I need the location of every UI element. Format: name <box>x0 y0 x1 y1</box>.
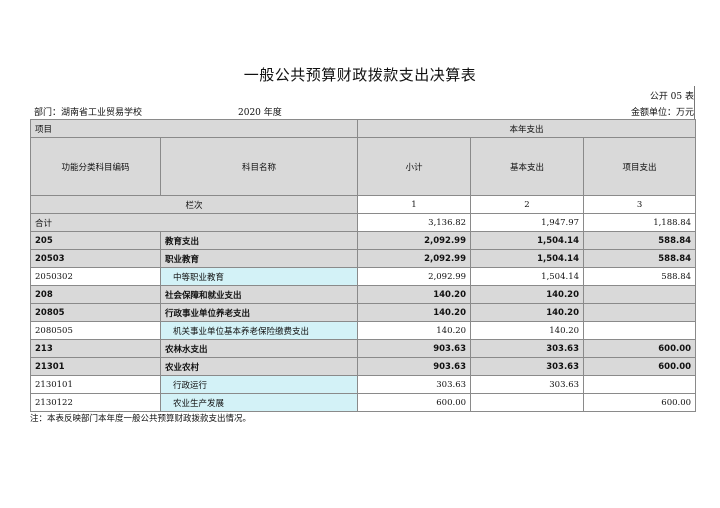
row-name: 行政事业单位养老支出 <box>159 303 359 322</box>
row-subtotal: 140.20 <box>357 303 472 322</box>
row-subtotal: 600.00 <box>357 393 472 412</box>
table-row: 20805 行政事业单位养老支出 140.20 140.20 <box>30 303 697 322</box>
table-row: 213 农林水支出 903.63 303.63 600.00 <box>30 339 697 358</box>
row-basic: 303.63 <box>470 357 585 376</box>
header-name: 科目名称 <box>159 137 359 196</box>
form-number: 公开 05 表 <box>649 92 694 102</box>
header-item: 项目 <box>29 119 359 138</box>
row-subtotal: 903.63 <box>357 339 472 358</box>
department-label: 部门：湖南省工业贸易学校 <box>34 108 143 118</box>
column-number-row: 栏次 1 2 3 <box>29 195 697 214</box>
row-basic: 1,504.14 <box>470 249 585 268</box>
page-title: 一般公共预算财政拨款支出决算表 <box>243 66 477 84</box>
row-code: 205 <box>30 231 161 250</box>
row-project: 600.00 <box>583 393 697 412</box>
row-code: 20805 <box>30 303 161 322</box>
row-project <box>583 285 697 304</box>
margin-rule <box>694 86 695 119</box>
row-subtotal: 140.20 <box>357 321 472 340</box>
row-basic: 1,504.14 <box>470 231 585 250</box>
meta-line: 部门：湖南省工业贸易学校 2020 年度 金额单位：万元 <box>30 105 694 119</box>
row-project: 600.00 <box>583 339 697 358</box>
table-row: 205 教育支出 2,092.99 1,504.14 588.84 <box>30 231 697 250</box>
row-project: 588.84 <box>583 249 697 268</box>
row-name: 农业生产发展 <box>159 393 359 412</box>
row-basic: 140.20 <box>470 321 585 340</box>
row-subtotal: 2,092.99 <box>357 267 472 286</box>
table-row: 2130101 行政运行 303.63 303.63 <box>30 375 697 394</box>
row-subtotal: 2,092.99 <box>357 231 472 250</box>
row-subtotal: 303.63 <box>357 375 472 394</box>
row-name: 职业教育 <box>159 249 359 268</box>
table-row: 2130122 农业生产发展 600.00 600.00 <box>30 393 697 412</box>
column-number-label: 栏次 <box>29 195 359 214</box>
row-project: 588.84 <box>583 267 697 286</box>
expenditure-table: 项目 本年支出 功能分类科目编码 科目名称 小计 基本支出 项目支出 栏次 1 … <box>29 119 697 412</box>
row-code: 20503 <box>30 249 161 268</box>
row-project: 588.84 <box>583 231 697 250</box>
table-row: 21301 农业农村 903.63 303.63 600.00 <box>30 357 697 376</box>
row-subtotal: 2,092.99 <box>357 249 472 268</box>
row-project <box>583 321 697 340</box>
table-row: 208 社会保障和就业支出 140.20 140.20 <box>30 285 697 304</box>
header-row-top: 项目 本年支出 <box>29 119 697 138</box>
row-basic <box>470 393 585 412</box>
row-basic: 1,504.14 <box>470 267 585 286</box>
row-basic: 140.20 <box>470 285 585 304</box>
row-basic: 303.63 <box>470 375 585 394</box>
row-basic: 303.63 <box>470 339 585 358</box>
row-name: 农林水支出 <box>159 339 359 358</box>
total-label: 合计 <box>29 213 359 232</box>
total-basic: 1,947.97 <box>470 213 585 232</box>
table-row: 20503 职业教育 2,092.99 1,504.14 588.84 <box>30 249 697 268</box>
row-code: 21301 <box>30 357 161 376</box>
total-project: 1,188.84 <box>583 213 697 232</box>
table-row: 2080505 机关事业单位基本养老保险缴费支出 140.20 140.20 <box>30 321 697 340</box>
row-code: 2130101 <box>30 375 161 394</box>
row-name: 教育支出 <box>159 231 359 250</box>
table-row: 2050302 中等职业教育 2,092.99 1,504.14 588.84 <box>30 267 697 286</box>
unit-label: 金额单位：万元 <box>630 108 694 118</box>
header-basic: 基本支出 <box>470 137 585 196</box>
year-label: 2020 年度 <box>238 108 282 118</box>
footnote: 注：本表反映部门本年度一般公共预算财政拨款支出情况。 <box>30 414 252 424</box>
column-number-3: 3 <box>583 195 697 214</box>
row-basic: 140.20 <box>470 303 585 322</box>
header-row-columns: 功能分类科目编码 科目名称 小计 基本支出 项目支出 <box>30 137 697 196</box>
header-project: 项目支出 <box>583 137 697 196</box>
header-current-year: 本年支出 <box>357 119 697 138</box>
total-subtotal: 3,136.82 <box>357 213 472 232</box>
row-code: 208 <box>30 285 161 304</box>
row-subtotal: 903.63 <box>357 357 472 376</box>
header-code: 功能分类科目编码 <box>30 137 161 196</box>
row-name: 社会保障和就业支出 <box>159 285 359 304</box>
row-name: 中等职业教育 <box>159 267 359 286</box>
row-subtotal: 140.20 <box>357 285 472 304</box>
total-row: 合计 3,136.82 1,947.97 1,188.84 <box>29 213 697 232</box>
row-name: 机关事业单位基本养老保险缴费支出 <box>159 321 359 340</box>
row-project <box>583 303 697 322</box>
column-number-1: 1 <box>357 195 472 214</box>
row-code: 2130122 <box>30 393 161 412</box>
row-code: 213 <box>30 339 161 358</box>
column-number-2: 2 <box>470 195 585 214</box>
row-code: 2080505 <box>30 321 161 340</box>
row-code: 2050302 <box>30 267 161 286</box>
header-subtotal: 小计 <box>357 137 472 196</box>
row-name: 行政运行 <box>159 375 359 394</box>
row-name: 农业农村 <box>159 357 359 376</box>
row-project <box>583 375 697 394</box>
row-project: 600.00 <box>583 357 697 376</box>
